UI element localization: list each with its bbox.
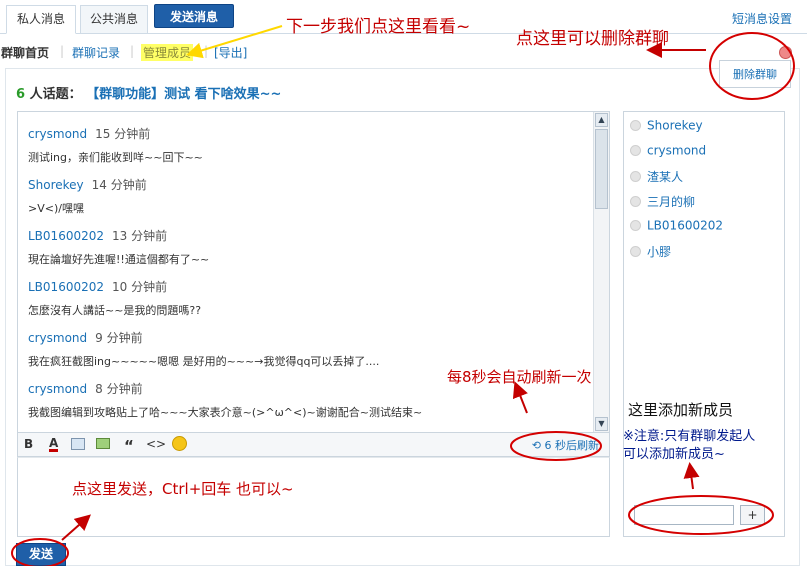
- auto-refresh-status[interactable]: ⟲ 6 秒后刷新: [532, 437, 599, 453]
- delete-chat-button[interactable]: 删除群聊: [719, 60, 791, 88]
- member-name[interactable]: 三月的柳: [647, 195, 695, 209]
- message-text: 我在疯狂截图ing~~~~~嗯嗯 是好用的~~~→我觉得qq可以丢掉了....: [28, 353, 379, 369]
- message-time: 15 分钟前: [95, 127, 151, 141]
- annotation-auto-refresh: 每8秒会自动刷新一次: [447, 368, 592, 386]
- user-status-icon: [630, 145, 641, 156]
- member-name[interactable]: crysmond: [647, 144, 706, 158]
- member-item[interactable]: 小膠: [630, 243, 671, 260]
- chat-topic: 【群聊功能】测试 看下啥效果~~: [86, 87, 282, 102]
- editor-toolbar: B A “ <> ⟲ 6 秒后刷新: [17, 433, 610, 457]
- subnav-home[interactable]: 群聊首页: [1, 44, 49, 61]
- member-list: Shorekey crysmond 渣某人 三月的柳 LB01600202 小膠: [623, 111, 785, 537]
- message-author[interactable]: LB01600202: [28, 229, 104, 243]
- dropdown-toggle-icon[interactable]: [779, 46, 792, 59]
- annotation-send-hint: 点这里发送，Ctrl+回车 也可以~: [72, 480, 294, 498]
- message-time: 8 分钟前: [95, 382, 143, 396]
- user-status-icon: [630, 196, 641, 207]
- user-status-icon: [630, 246, 641, 257]
- message-header: LB01600202 10 分钟前: [28, 278, 167, 295]
- chat-title-prefix: 人话题：: [29, 87, 82, 102]
- message-text: 怎麼沒有人講話~~是我的問題嗎??: [28, 302, 201, 318]
- annotation-delete-chat: 点这里可以删除群聊: [516, 29, 669, 49]
- member-name[interactable]: Shorekey: [647, 119, 703, 133]
- subnav-manage-members[interactable]: 管理成员: [141, 44, 194, 61]
- message-author[interactable]: crysmond: [28, 127, 87, 141]
- message-header: crysmond 9 分钟前: [28, 329, 143, 346]
- tab-public-messages[interactable]: 公共消息: [80, 5, 148, 34]
- send-button[interactable]: 发送: [16, 543, 66, 566]
- message-body: 我截图编辑到攻略贴上了哈~~~大家表介意~(>^ω^<)~谢谢配合~测试结束~: [28, 406, 423, 419]
- user-status-icon: [630, 171, 641, 182]
- subnav-records[interactable]: 群聊记录: [72, 44, 120, 61]
- message-time: 9 分钟前: [95, 331, 143, 345]
- subnav-separator: |: [60, 44, 65, 58]
- annotation-add-member: 这里添加新成员: [628, 401, 734, 419]
- member-item[interactable]: 渣某人: [630, 168, 683, 185]
- send-message-tab-button[interactable]: 发送消息: [154, 4, 234, 28]
- message-author[interactable]: crysmond: [28, 382, 87, 396]
- quote-icon[interactable]: “: [124, 437, 134, 455]
- scroll-thumb[interactable]: [595, 129, 608, 209]
- message-time: 10 分钟前: [112, 280, 168, 294]
- message-body: 我在疯狂截图ing~~~~~嗯嗯 是好用的~~~→我觉得qq可以丢掉了....: [28, 355, 380, 368]
- message-settings-link[interactable]: 短消息设置: [732, 10, 792, 27]
- image-icon[interactable]: [71, 438, 85, 450]
- user-status-icon: [630, 120, 641, 131]
- message-text: 現在論壇好先進喔!!通這個都有了~~: [28, 251, 209, 267]
- scroll-down-arrow-icon[interactable]: ▼: [595, 417, 608, 431]
- annotation-note-line2: 可以添加新成员~: [623, 447, 725, 462]
- member-name[interactable]: 小膠: [647, 245, 671, 259]
- add-member-button[interactable]: +: [740, 505, 765, 525]
- chat-title: 6 人话题： 【群聊功能】测试 看下啥效果~~: [16, 83, 281, 102]
- message-header: LB01600202 13 分钟前: [28, 227, 167, 244]
- refresh-countdown: 6 秒后刷新: [544, 439, 600, 452]
- member-name[interactable]: LB01600202: [647, 219, 723, 233]
- refresh-icon: ⟲: [531, 439, 545, 452]
- message-body: 测试ing，亲们能收到咩~~回下~~: [28, 151, 203, 164]
- code-icon[interactable]: <>: [146, 437, 166, 451]
- message-text: 我截图编辑到攻略贴上了哈~~~大家表介意~(>^ω^<)~谢谢配合~测试结束~: [28, 404, 422, 420]
- message-text: >V<)/嘿嘿: [28, 200, 84, 216]
- subnav-export[interactable]: [导出]: [214, 44, 247, 61]
- message-time: 13 分钟前: [112, 229, 168, 243]
- message-header: crysmond 8 分钟前: [28, 380, 143, 397]
- message-time: 14 分钟前: [91, 178, 147, 192]
- member-item[interactable]: 三月的柳: [630, 193, 695, 210]
- message-header: crysmond 15 分钟前: [28, 125, 150, 142]
- member-count: 6: [16, 87, 26, 102]
- member-item[interactable]: crysmond: [630, 143, 706, 158]
- annotation-note-line1: ※注意:只有群聊发起人: [623, 429, 756, 444]
- subnav-separator: |: [130, 44, 135, 58]
- font-color-icon[interactable]: A: [49, 437, 59, 452]
- member-item[interactable]: LB01600202: [630, 218, 723, 233]
- message-body: 現在論壇好先進喔!!通這個都有了~~: [28, 253, 210, 266]
- chat-scrollbar[interactable]: ▲ ▼: [593, 112, 609, 432]
- user-status-icon: [630, 220, 641, 231]
- message-header: Shorekey 14 分钟前: [28, 176, 147, 193]
- message-body: 怎麼沒有人講話~~是我的問題嗎??: [28, 304, 202, 317]
- message-author[interactable]: crysmond: [28, 331, 87, 345]
- annotation-next-step: 下一步我们点这里看看~: [286, 17, 471, 37]
- member-item[interactable]: Shorekey: [630, 118, 703, 133]
- subnav-separator: |: [204, 44, 209, 58]
- message-body: >V<)/嘿嘿: [28, 202, 84, 215]
- bold-icon[interactable]: B: [24, 437, 33, 451]
- member-name[interactable]: 渣某人: [647, 170, 683, 184]
- link-icon[interactable]: [96, 438, 110, 449]
- scroll-up-arrow-icon[interactable]: ▲: [595, 113, 608, 127]
- tab-private-messages[interactable]: 私人消息: [6, 5, 76, 34]
- message-author[interactable]: Shorekey: [28, 178, 84, 192]
- message-text: 测试ing，亲们能收到咩~~回下~~: [28, 149, 203, 165]
- smiley-icon[interactable]: [172, 436, 187, 451]
- message-author[interactable]: LB01600202: [28, 280, 104, 294]
- add-member-input[interactable]: [634, 505, 734, 525]
